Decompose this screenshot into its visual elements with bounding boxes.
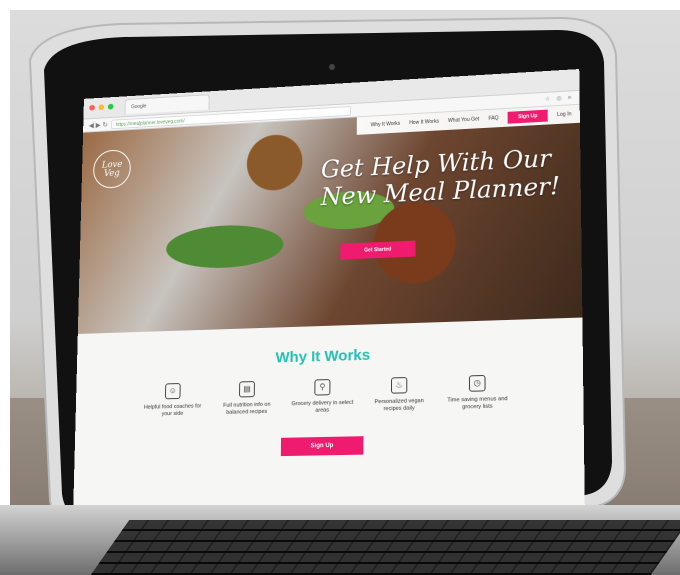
cooking-pot-icon: ♨ xyxy=(390,376,408,394)
close-window-icon[interactable] xyxy=(89,104,95,111)
chef-icon: ☺ xyxy=(164,383,181,400)
back-forward-icon[interactable]: ◀ ▶ ↻ xyxy=(89,121,108,130)
feature-item: ◷ Time saving menus and grocery lists xyxy=(445,374,509,412)
browser-tab[interactable]: Google xyxy=(124,94,210,115)
timer-icon: ◷ xyxy=(468,374,486,392)
browser-toolbar-icons[interactable]: ☆ ◎ ≡ xyxy=(545,94,573,103)
feature-text: Time saving menus and grocery lists xyxy=(447,395,508,411)
features-list: ☺ Helpful food coaches for your side ▤ F… xyxy=(76,372,584,420)
bottom-signup-button[interactable]: Sign Up xyxy=(280,436,364,457)
minimize-window-icon[interactable] xyxy=(98,104,105,111)
nav-what-you-get[interactable]: What You Get xyxy=(448,116,479,124)
camera-dot xyxy=(329,64,335,70)
nav-faq[interactable]: FAQ xyxy=(488,115,498,121)
feature-text: Helpful food coaches for your side xyxy=(143,403,202,418)
feature-item: ☺ Helpful food coaches for your side xyxy=(142,382,203,418)
laptop-screen: Google ◀ ▶ ↻ https://mealplanner.loveveg… xyxy=(72,69,586,536)
nav-login-link[interactable]: Log In xyxy=(557,111,571,118)
love-veg-logo[interactable]: Love Veg xyxy=(92,149,132,190)
nav-why-it-works[interactable]: Why It Works xyxy=(371,121,401,128)
feature-text: Personalized vegan recipes daily xyxy=(374,398,424,413)
laptop: Google ◀ ▶ ↻ https://mealplanner.loveveg… xyxy=(0,0,680,575)
document-icon: ▤ xyxy=(239,381,255,398)
nav-signup-button[interactable]: Sign Up xyxy=(507,109,548,124)
get-started-button[interactable]: Get Started xyxy=(340,240,416,260)
feature-text: Full nutrition info on balanced recipes xyxy=(223,401,271,416)
grocery-bag-icon: ⚲ xyxy=(314,379,331,396)
hero-title: Get Help With Our New Meal Planner! xyxy=(320,144,561,212)
nav-how-it-works[interactable]: How It Works xyxy=(409,119,439,127)
window-controls[interactable] xyxy=(89,103,114,111)
feature-item: ♨ Personalized vegan recipes daily xyxy=(368,376,431,413)
hero-section: Love Veg Get Help With Our New Meal Plan… xyxy=(77,104,583,334)
keyboard xyxy=(90,520,680,575)
why-it-works-section: Why It Works ☺ Helpful food coaches for … xyxy=(72,317,586,536)
feature-text: Grocery delivery in select areas xyxy=(291,399,354,414)
maximize-window-icon[interactable] xyxy=(107,103,114,110)
feature-item: ⚲ Grocery delivery in select areas xyxy=(291,378,353,415)
feature-item: ▤ Full nutrition info on balanced recipe… xyxy=(216,380,278,417)
